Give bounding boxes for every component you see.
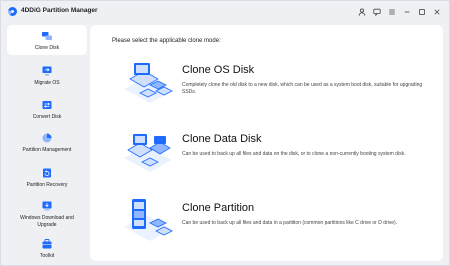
sidebar-item-clone-disk[interactable]: Clone Disk <box>7 25 87 55</box>
sidebar-item-label: Clone Disk <box>34 45 60 51</box>
migrate-os-icon <box>42 66 52 76</box>
clone-data-disk-illustration-icon <box>124 134 172 172</box>
main-panel: Please select the applicable clone mode:… <box>90 25 443 261</box>
title-bar: 4DDiG Partition Manager <box>1 1 449 23</box>
sidebar-item-label: Migrate OS <box>34 80 60 86</box>
sidebar-item-partition-recovery[interactable]: Partition Recovery <box>7 164 87 190</box>
option-clone-partition[interactable]: Clone Partition Can be used to back up a… <box>120 193 440 251</box>
option-description: Can be used to back up all files and dat… <box>182 220 398 226</box>
sidebar: Clone Disk Migrate OS Convert Disk Parti… <box>7 25 87 261</box>
sidebar-item-partition-management[interactable]: Partition Management <box>7 129 87 155</box>
option-description: Can be used to back up all files and dat… <box>182 151 406 157</box>
sidebar-item-label: Partition Management <box>22 147 72 153</box>
sidebar-item-label: Partition Recovery <box>26 182 68 188</box>
option-title: Clone Data Disk <box>182 133 262 145</box>
feedback-icon[interactable] <box>370 5 383 18</box>
toolkit-icon <box>42 239 52 249</box>
sidebar-item-windows-download[interactable]: Windows Download and Upgrade <box>7 197 87 231</box>
option-clone-data-disk[interactable]: Clone Data Disk Can be used to back up a… <box>120 124 440 182</box>
sidebar-item-convert-disk[interactable]: Convert Disk <box>7 96 87 122</box>
convert-disk-icon <box>42 101 52 109</box>
option-clone-os-disk[interactable]: Clone OS Disk Completely clone the old d… <box>120 55 440 113</box>
sidebar-item-migrate-os[interactable]: Migrate OS <box>7 62 87 88</box>
partition-management-icon <box>42 133 52 143</box>
option-title: Clone Partition <box>182 202 255 214</box>
app-logo-icon <box>8 7 17 16</box>
window-controls <box>353 5 443 18</box>
clone-mode-prompt: Please select the applicable clone mode: <box>112 38 221 44</box>
sidebar-item-label: Toolkit <box>39 253 55 259</box>
clone-partition-illustration-icon <box>124 199 173 241</box>
menu-icon[interactable] <box>385 5 398 18</box>
app-title: 4DDiG Partition Manager <box>21 7 98 14</box>
sidebar-item-label: Windows Download and Upgrade <box>20 215 74 228</box>
clone-disk-icon <box>42 32 52 40</box>
sidebar-item-label: Convert Disk <box>32 114 62 120</box>
option-title: Clone OS Disk <box>182 64 255 76</box>
option-description: Completely clone the old disk to a new d… <box>182 82 423 95</box>
app-window: 4DDiG Partition Manager Clone Disk Migra… <box>0 0 450 266</box>
minimize-icon[interactable] <box>400 5 413 18</box>
maximize-icon[interactable] <box>415 5 428 18</box>
account-icon[interactable] <box>355 5 368 18</box>
sidebar-item-toolkit[interactable]: Toolkit <box>7 235 87 261</box>
windows-download-icon <box>42 201 52 211</box>
clone-os-disk-illustration-icon <box>124 63 173 103</box>
partition-recovery-icon <box>43 168 51 178</box>
close-icon[interactable] <box>430 5 443 18</box>
